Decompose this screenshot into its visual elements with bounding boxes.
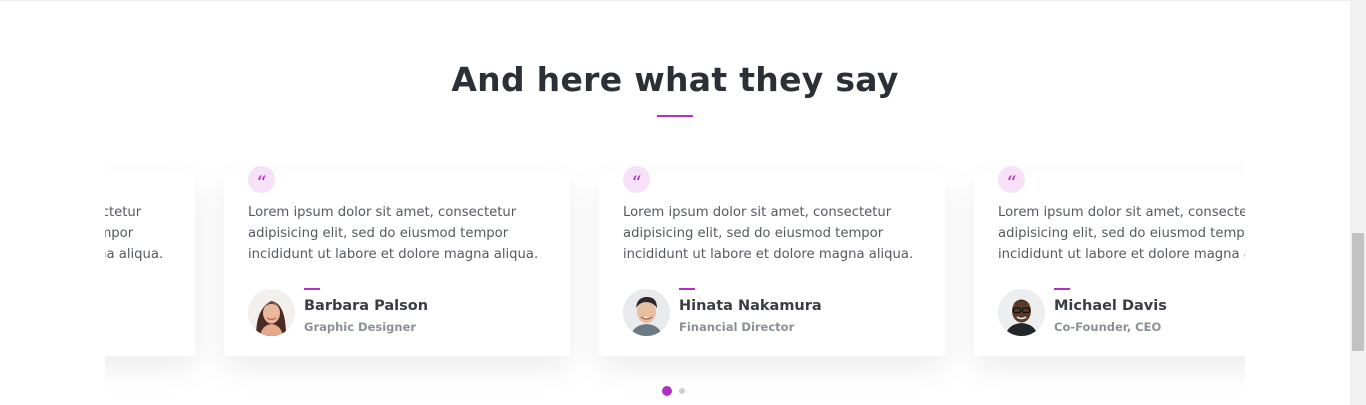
person-name: Barbara Palson	[304, 298, 429, 314]
name-accent-line	[304, 288, 320, 290]
page-scrollbar[interactable]	[1350, 0, 1366, 405]
quote-icon: “	[248, 166, 275, 195]
pagination-dot-2[interactable]	[679, 388, 685, 394]
name-accent-line	[1054, 288, 1070, 290]
testimonial-carousel[interactable]: Lorem ipsum dolor sit amet, consectetur …	[105, 140, 1245, 405]
testimonial-card: “ Lorem ipsum dolor sit amet, consectetu…	[974, 166, 1245, 356]
testimonial-card: Lorem ipsum dolor sit amet, consectetur …	[105, 174, 195, 356]
top-divider	[0, 0, 1350, 1]
testimonial-card: “ Lorem ipsum dolor sit amet, consectetu…	[599, 166, 945, 356]
testimonial-text: Lorem ipsum dolor sit amet, consectetur …	[105, 205, 164, 262]
testimonial-text: Lorem ipsum dolor sit amet, consectetur …	[623, 205, 914, 262]
name-accent-line	[679, 288, 695, 290]
testimonial-text: Lorem ipsum dolor sit amet, consectetur …	[998, 205, 1245, 262]
person-name: Michael Davis	[1054, 298, 1167, 314]
avatar	[623, 289, 670, 336]
quote-icon: “	[623, 166, 650, 195]
pagination-dot-1[interactable]	[662, 386, 672, 396]
avatar	[998, 289, 1045, 336]
person-name: Hinata Nakamura	[679, 298, 822, 314]
scrollbar-thumb[interactable]	[1352, 233, 1364, 351]
testimonial-card: “ Lorem ipsum dolor sit amet, consectetu…	[224, 166, 570, 356]
person-role: Co-Founder, CEO	[1054, 320, 1162, 334]
person-role: Financial Director	[679, 320, 795, 334]
person-role: Graphic Designer	[304, 320, 417, 334]
testimonial-text: Lorem ipsum dolor sit amet, consectetur …	[248, 205, 539, 262]
quote-icon: “	[998, 166, 1025, 195]
title-underline	[657, 115, 693, 117]
section-title: And here what they say	[451, 60, 899, 99]
avatar	[248, 289, 295, 336]
